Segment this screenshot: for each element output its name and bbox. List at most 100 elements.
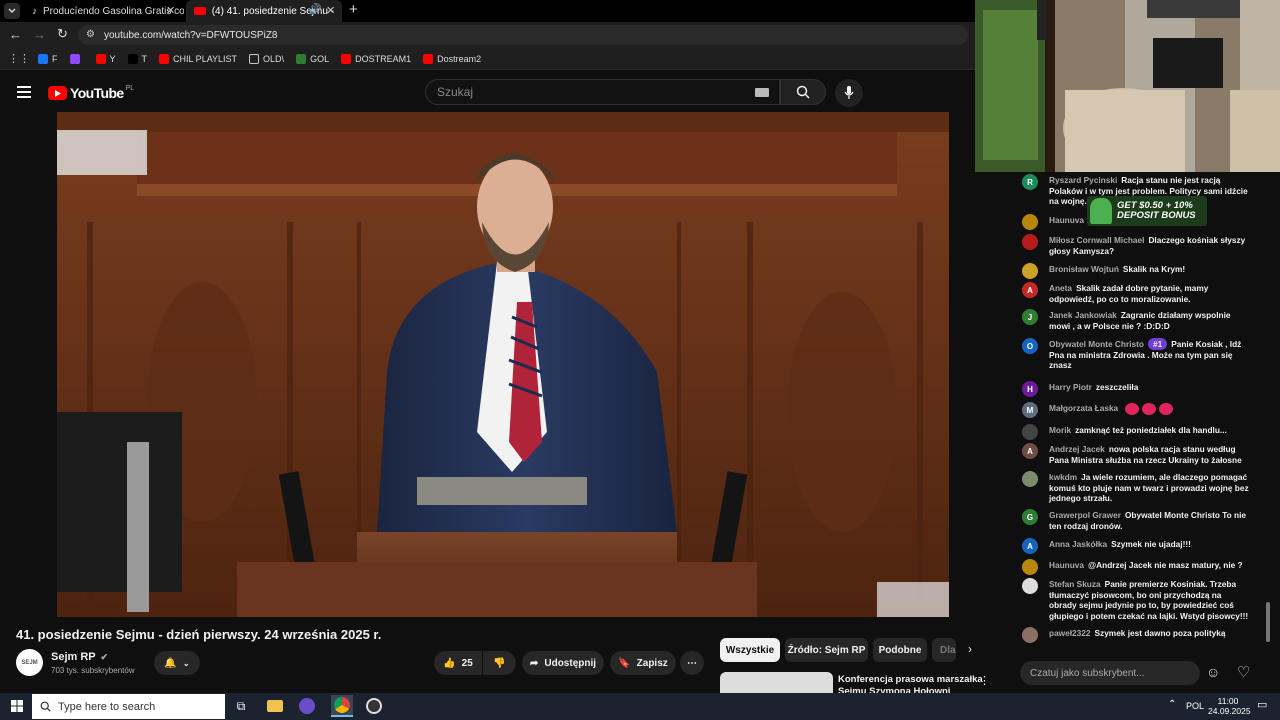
chat-avatar[interactable] (1022, 263, 1038, 279)
share-icon: ➦ (529, 657, 539, 669)
chat-author[interactable]: Morik (1049, 425, 1071, 435)
chat-avatar[interactable] (1022, 578, 1038, 594)
chat-text: Szymek jest dawno poza polityką (1094, 628, 1226, 638)
chat-author[interactable]: Harry Piotr (1049, 382, 1092, 392)
keyboard-icon[interactable] (755, 88, 769, 97)
voice-search-button[interactable] (835, 79, 863, 107)
chip-source[interactable]: Źródło: Sejm RP (785, 638, 868, 662)
chat-avatar[interactable]: G (1022, 509, 1038, 525)
chat-avatar[interactable]: M (1022, 402, 1038, 418)
chip-more[interactable]: Dla (932, 638, 956, 662)
speaker-icon[interactable]: 🔊 (309, 4, 321, 15)
chrome-icon[interactable] (331, 695, 353, 717)
share-button[interactable]: ➦ Udostępnij (522, 651, 604, 675)
tab-list-chevron-icon[interactable] (4, 3, 20, 19)
bookmark-item[interactable]: DOSTREAM1 (341, 53, 411, 64)
bookmark-item[interactable]: F (38, 53, 58, 64)
chat-author[interactable]: Bronisław Wojtuń (1049, 264, 1119, 274)
more-actions-button[interactable]: ⋯ (680, 651, 704, 675)
more-vert-icon[interactable]: ⋮ (979, 674, 990, 687)
chat-author[interactable]: Haunuva (1049, 215, 1084, 225)
chat-author[interactable]: Janek Jankowiak (1049, 310, 1117, 320)
chat-author[interactable]: Ryszard Pycinski (1049, 175, 1117, 185)
bookmark-item[interactable]: GOL (296, 53, 330, 64)
bookmark-favicon-icon (159, 53, 170, 64)
chat-ad-banner[interactable]: GET $0.50 + 10% DEPOSIT BONUS (1087, 196, 1207, 226)
file-explorer-icon[interactable] (266, 697, 284, 715)
chat-avatar[interactable] (1022, 559, 1038, 575)
chat-scrollbar[interactable] (1266, 602, 1270, 642)
like-button[interactable]: 👍 25 (434, 651, 482, 675)
chat-input[interactable]: Czatuj jako subskrybent... (1020, 661, 1200, 685)
task-view-icon[interactable]: ⧉ (232, 697, 250, 715)
chat-author[interactable]: Małgorzata Łaska (1049, 403, 1118, 413)
bookmark-label: GOL (310, 53, 330, 64)
close-icon[interactable]: ✕ (166, 4, 175, 17)
bookmark-item[interactable]: CHIL PLAYLIST (159, 53, 237, 64)
taskbar-search-input[interactable]: Type here to search (32, 694, 225, 719)
chat-avatar[interactable]: A (1022, 282, 1038, 298)
bookmark-item[interactable]: OLD\ (249, 53, 284, 64)
language-indicator[interactable]: POL (1186, 701, 1204, 711)
chevron-up-icon[interactable]: ⌃ (1168, 699, 1176, 710)
reload-icon[interactable]: ↻ (57, 26, 68, 42)
chat-avatar[interactable] (1022, 471, 1038, 487)
chat-avatar[interactable]: R (1022, 174, 1038, 190)
chat-avatar[interactable]: J (1022, 309, 1038, 325)
video-player[interactable] (57, 112, 949, 617)
save-button[interactable]: 🔖 Zapisz (610, 651, 676, 675)
bookmark-item[interactable]: T (127, 53, 147, 64)
chat-avatar[interactable]: A (1022, 443, 1038, 459)
youtube-logo[interactable]: YouTube PL (48, 85, 134, 101)
chat-avatar[interactable] (1022, 214, 1038, 230)
chat-avatar[interactable]: O (1022, 338, 1038, 354)
bookmark-item[interactable]: Y (95, 53, 116, 64)
chat-avatar[interactable]: A (1022, 538, 1038, 554)
chat-avatar[interactable] (1022, 424, 1038, 440)
emoji-icon[interactable]: ☺ (1206, 664, 1220, 680)
back-arrow-icon[interactable]: ← (9, 27, 22, 42)
notification-icon[interactable]: ▭ (1257, 698, 1267, 711)
chip-all[interactable]: Wszystkie (720, 638, 780, 662)
chat-author[interactable]: Obywatel Monte Christo (1049, 339, 1144, 349)
heart-icon[interactable]: ♡ (1237, 663, 1250, 681)
search-button[interactable] (780, 79, 826, 105)
chat-avatar[interactable] (1022, 234, 1038, 250)
chat-author[interactable]: Haunuva (1049, 560, 1084, 570)
app-icon[interactable] (298, 697, 316, 715)
chat-author[interactable]: paweł2322 (1049, 628, 1091, 638)
chevron-right-icon[interactable]: › (968, 642, 972, 656)
url-field[interactable]: ⚙ youtube.com/watch?v=DFWTOUSPiZ8 (78, 25, 968, 45)
chat-author[interactable]: Andrzej Jacek (1049, 444, 1105, 454)
clock[interactable]: 11:00 24.09.2025 (1208, 696, 1251, 716)
site-info-icon[interactable]: ⚙ (86, 29, 95, 40)
channel-name[interactable]: Sejm RP ✔ (51, 651, 108, 663)
chat-author[interactable]: Stefan Skuza (1049, 579, 1101, 589)
channel-avatar[interactable]: SEJM (16, 649, 43, 676)
chat-author[interactable]: Aneta (1049, 283, 1072, 293)
chat-author[interactable]: Miłosz Cornwall Michael (1049, 235, 1144, 245)
bookmark-item[interactable] (69, 53, 84, 64)
app-recording-icon[interactable] (365, 697, 383, 715)
chat-author[interactable]: Grawerpol Grawer (1049, 510, 1121, 520)
chat-author[interactable]: Anna Jaskółka (1049, 539, 1107, 549)
apps-grid-icon[interactable]: ⋮⋮ (8, 52, 30, 65)
video-frame (57, 112, 949, 617)
forward-arrow-icon[interactable]: → (33, 27, 46, 42)
dislike-button[interactable]: 👎 (483, 651, 516, 675)
close-icon[interactable]: ✕ (326, 4, 335, 17)
chat-avatar[interactable]: H (1022, 381, 1038, 397)
chip-similar[interactable]: Podobne (873, 638, 927, 662)
bookmark-item[interactable]: Dostream2 (423, 53, 481, 64)
chat-avatar[interactable] (1022, 627, 1038, 643)
chat-author[interactable]: kwkdm (1049, 472, 1077, 482)
windows-start-icon[interactable] (8, 697, 26, 715)
search-input[interactable]: Szukaj (425, 79, 780, 105)
chat-message: Andrzej Jacek nowa polska racja stanu wed… (1049, 444, 1249, 465)
tab-gasolina[interactable]: ♪ Producíendo Gasolina Gratis co (24, 0, 184, 22)
related-title[interactable]: Konferencja prasowa marszałka Sejmu Szym… (838, 674, 983, 693)
related-thumbnail[interactable] (720, 672, 833, 693)
subscription-bell-button[interactable]: 🔔 ⌄ (154, 651, 200, 675)
hamburger-menu-icon[interactable] (17, 86, 31, 98)
new-tab-icon[interactable]: + (349, 1, 358, 18)
